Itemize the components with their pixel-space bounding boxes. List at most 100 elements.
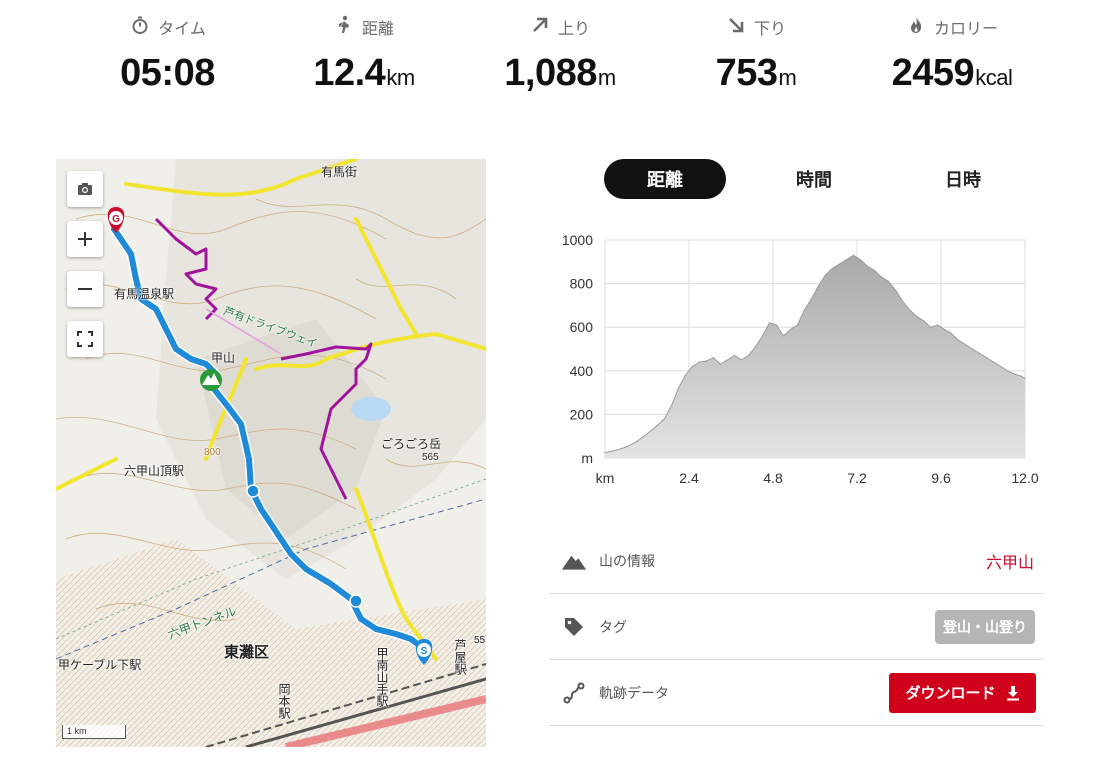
info-tags-label: タグ bbox=[599, 618, 627, 635]
elevation-point bbox=[684, 374, 687, 376]
elevation-point bbox=[747, 354, 750, 357]
info-list: 山の情報 六甲山 タグ 登山・山登り 軌跡データ ダウンロード bbox=[549, 528, 1044, 726]
download-button[interactable]: ダウンロード bbox=[889, 672, 1036, 713]
chart-y-tick-label: 200 bbox=[570, 406, 594, 422]
stopwatch-icon bbox=[130, 15, 150, 40]
elevation-point bbox=[831, 267, 834, 269]
map-scale-bar: 1 km bbox=[62, 725, 126, 739]
chart-x-unit-label: km bbox=[596, 470, 615, 486]
map-label-cable-shita: 甲ケーブル下駅 bbox=[58, 658, 142, 672]
elevation-point bbox=[719, 363, 722, 365]
info-mountain-label: 山の情報 bbox=[599, 552, 655, 569]
mountain-info-link[interactable]: 六甲山 bbox=[986, 549, 1034, 573]
elevation-point bbox=[761, 335, 764, 337]
chart-x-tick-label: 7.2 bbox=[847, 470, 867, 486]
map-zoom-in-button[interactable] bbox=[67, 221, 103, 257]
elevation-point bbox=[604, 452, 606, 454]
elevation-point bbox=[733, 354, 736, 357]
elevation-point bbox=[677, 387, 680, 389]
arrow-up-right-icon bbox=[530, 15, 550, 40]
elevation-point bbox=[712, 357, 715, 359]
map-camera-button[interactable] bbox=[67, 171, 103, 207]
elevation-point bbox=[845, 259, 848, 261]
tab-distance[interactable]: 距離 bbox=[604, 159, 726, 199]
map-label-higashinada: 東灘区 bbox=[224, 644, 270, 661]
elevation-point bbox=[705, 360, 708, 362]
elevation-point bbox=[922, 320, 925, 322]
elevation-point bbox=[614, 449, 617, 451]
stat-distance-label: 距離 bbox=[361, 21, 394, 38]
map-label-rokko-sancho: 六甲山頂駅 bbox=[124, 464, 185, 478]
elevation-point bbox=[1020, 375, 1023, 377]
elevation-point bbox=[943, 328, 946, 330]
route-map[interactable]: G S 有馬温泉駅 有馬街 甲山 芦有ドライブウェイ 六甲山頂駅 800 ごろご… bbox=[56, 159, 486, 747]
chart-x-tick-label: 9.6 bbox=[931, 470, 951, 486]
stat-distance-unit: km bbox=[386, 65, 415, 90]
flame-icon bbox=[906, 15, 926, 40]
info-track-label: 軌跡データ bbox=[599, 684, 669, 701]
stat-descent-unit: m bbox=[778, 65, 797, 90]
tab-datetime[interactable]: 日時 bbox=[902, 159, 1024, 199]
fullscreen-icon bbox=[77, 331, 93, 347]
chart-y-tick-label: 400 bbox=[570, 363, 594, 379]
elevation-point bbox=[789, 328, 792, 330]
elevation-point bbox=[859, 259, 862, 261]
elevation-point bbox=[929, 326, 932, 328]
zoom-out-icon bbox=[78, 288, 92, 290]
chart-x-tick-label: 4.8 bbox=[763, 470, 783, 486]
map-label-arima-onsen: 有馬温泉駅 bbox=[114, 287, 175, 301]
info-row-track: 軌跡データ ダウンロード bbox=[549, 660, 1044, 726]
chart-y-tick-label: 800 bbox=[570, 276, 594, 292]
elevation-point bbox=[964, 344, 967, 346]
elevation-point bbox=[957, 339, 960, 341]
elevation-point bbox=[936, 324, 939, 326]
elevation-point bbox=[950, 333, 953, 335]
map-zoom-out-button[interactable] bbox=[67, 271, 103, 307]
stat-distance: 距離 12.4km bbox=[266, 12, 462, 102]
tab-time[interactable]: 時間 bbox=[753, 159, 875, 199]
elevation-point bbox=[796, 324, 799, 326]
tag-icon bbox=[561, 614, 587, 640]
stat-time: タイム 05:08 bbox=[70, 12, 266, 102]
stat-calories-unit: kcal bbox=[975, 65, 1013, 90]
elevation-point bbox=[852, 254, 855, 256]
stat-calories: カロリー 2459kcal bbox=[854, 12, 1050, 102]
download-button-label: ダウンロード bbox=[905, 685, 996, 702]
map-label-konan-yamate: 甲南山手駅 bbox=[375, 647, 389, 707]
chart-x-tick-label: 12.0 bbox=[1011, 470, 1038, 486]
track-route-icon bbox=[561, 680, 587, 706]
elevation-chart-svg[interactable]: 200 400 600 800 1000 2.4 4.8 7.2 9.6 12.0 mkm bbox=[548, 228, 1048, 498]
elevation-point bbox=[775, 324, 778, 326]
elevation-point bbox=[1013, 373, 1016, 375]
zoom-in-icon bbox=[78, 232, 92, 246]
chart-y-unit-label: m bbox=[581, 450, 593, 466]
stat-ascent-value: 1,088 bbox=[504, 52, 597, 94]
map-fullscreen-button[interactable] bbox=[67, 321, 103, 357]
elevation-point bbox=[670, 405, 673, 407]
stat-distance-value: 12.4 bbox=[313, 52, 386, 94]
elevation-chart[interactable]: 200 400 600 800 1000 2.4 4.8 7.2 9.6 12.0 m km bbox=[548, 228, 1048, 498]
map-label-gorogoro: ごろごろ岳 bbox=[381, 437, 442, 451]
summit-marker-icon[interactable] bbox=[200, 369, 222, 391]
elevation-point bbox=[978, 352, 981, 354]
elevation-point bbox=[866, 265, 869, 267]
chart-x-tick-label: 2.4 bbox=[679, 470, 699, 486]
map-label-alt-800: 800 bbox=[204, 447, 221, 458]
mountain-icon bbox=[561, 548, 587, 574]
stat-ascent-unit: m bbox=[597, 65, 616, 90]
elevation-point bbox=[971, 348, 974, 350]
map-label-okamoto: 岡本駅 bbox=[277, 683, 291, 719]
elevation-point bbox=[908, 309, 911, 311]
map-label-arima-kaido: 有馬街 bbox=[321, 165, 358, 179]
walker-icon bbox=[334, 15, 354, 40]
chart-axis-tabs: 距離 時間 日時 bbox=[604, 159, 1024, 199]
elevation-point bbox=[782, 335, 785, 337]
stat-ascent: 上り 1,088m bbox=[462, 12, 658, 102]
tag-chip[interactable]: 登山・山登り bbox=[935, 609, 1035, 644]
elevation-point bbox=[915, 315, 918, 317]
elevation-point bbox=[754, 346, 757, 348]
elevation-point bbox=[1006, 370, 1009, 372]
elevation-point bbox=[999, 365, 1002, 367]
stat-descent-value: 753 bbox=[715, 52, 778, 94]
elevation-point bbox=[838, 263, 841, 265]
